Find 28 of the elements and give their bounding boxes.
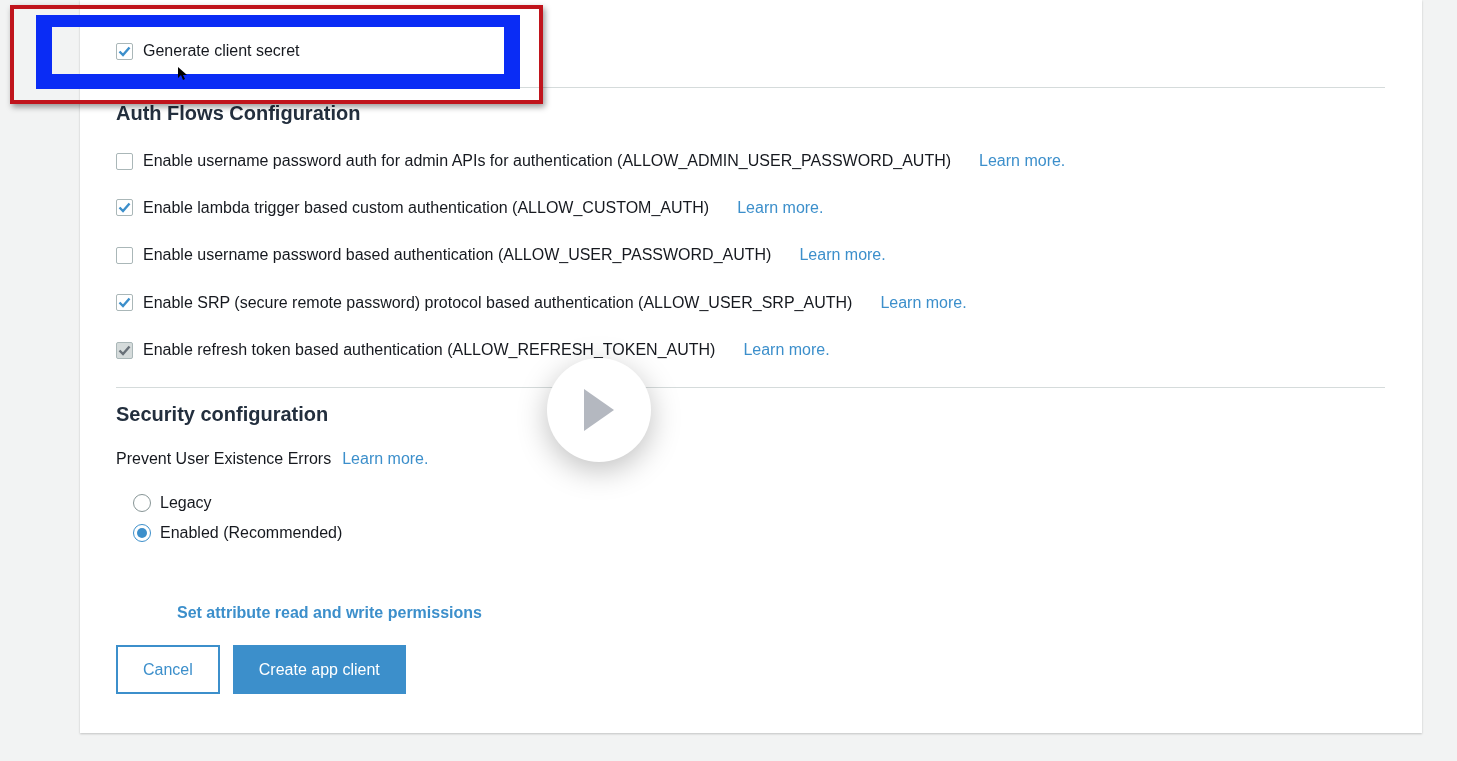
checkbox[interactable] [116,152,133,170]
learn-more-link[interactable]: Learn more. [737,198,824,217]
checkbox-label: Enable refresh token based authentication (ALLOW_REFRESH_TOKEN_AUTH) [143,341,716,360]
learn-more-link[interactable]: Learn more. [799,246,886,265]
learn-more-link[interactable]: Learn more. [342,450,429,468]
checkbox[interactable] [116,246,133,264]
learn-more-link[interactable]: Learn more. [880,293,967,312]
field-label: Prevent User Existence Errors [116,450,332,468]
radio-label: Legacy [160,494,212,512]
play-icon [582,387,616,433]
section-title: Security configuration [116,402,329,426]
checkbox-label: Enable username password based authentication (ALLOW_USER_PASSWORD_AUTH) [143,246,772,265]
cancel-button[interactable]: Cancel [116,645,220,694]
permissions-link[interactable]: Set attribute read and write permissions [177,604,482,622]
radio-label: Enabled (Recommended) [160,524,343,542]
checkbox-label: Generate client secret [143,42,300,60]
checkbox-label: Enable SRP (secure remote password) protocol based authentication (ALLOW_USER_SRP_AUTH) [143,293,853,312]
section-title: Auth Flows Configuration [116,101,361,125]
learn-more-link[interactable]: Learn more. [979,152,1066,170]
radio-button[interactable] [133,494,151,512]
cursor-icon [178,67,188,80]
create-button[interactable]: Create app client [232,645,406,694]
checkbox[interactable] [116,199,133,217]
radio-button[interactable] [133,524,151,542]
checkbox-label: Enable lambda trigger based custom authentication (ALLOW_CUSTOM_AUTH) [143,198,710,217]
checkbox[interactable] [116,294,133,312]
checkbox-label: Enable username password auth for admin APIs for authentication (ALLOW_ADMIN_USER_PASSWORD_AUTH) [143,152,952,170]
checkbox[interactable] [116,42,133,60]
